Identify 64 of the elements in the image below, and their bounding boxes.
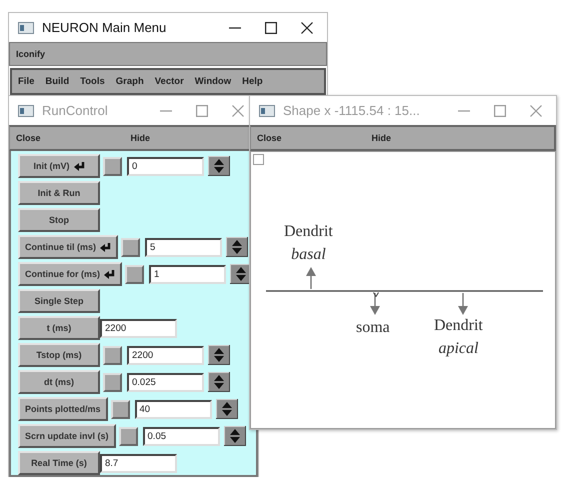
run-control-button[interactable]: Tstop (ms)	[18, 343, 100, 367]
annotation-label: Dendrit	[284, 222, 333, 242]
menu-item[interactable]: Help	[242, 76, 263, 87]
checkbox[interactable]	[103, 346, 122, 364]
toolbar-button[interactable]: Iconify	[16, 49, 46, 59]
maximize-icon[interactable]	[265, 22, 277, 34]
menu-item[interactable]: Tools	[80, 76, 105, 87]
run-control-button[interactable]: t (ms)	[18, 316, 100, 340]
window-title: NEURON Main Menu	[42, 20, 168, 35]
value-field[interactable]: 0	[127, 156, 204, 176]
soma-marker	[373, 292, 379, 297]
app-icon	[259, 104, 275, 116]
menu-item[interactable]: File	[18, 76, 34, 87]
menu-item[interactable]: Build	[45, 76, 70, 87]
menu-item[interactable]: Graph	[116, 76, 144, 87]
run-control-button[interactable]: Stop	[18, 208, 100, 232]
run-control-button[interactable]: Single Step	[18, 289, 100, 313]
spinner-icon[interactable]	[224, 426, 246, 446]
annotation-label: apical	[438, 339, 478, 359]
toolbar-button[interactable]: Close	[16, 133, 41, 143]
value-field[interactable]: 2200	[127, 346, 204, 364]
spinner-icon[interactable]	[226, 237, 248, 257]
annotation-label: soma	[356, 318, 390, 338]
window-title: RunControl	[42, 103, 109, 118]
value-field[interactable]: 0.025	[127, 372, 204, 392]
value-field[interactable]: 5	[145, 238, 222, 256]
menu-item[interactable]: Vector	[154, 76, 184, 87]
toolbar-button[interactable]: Close	[257, 133, 282, 143]
menu-item[interactable]: Window	[194, 76, 232, 87]
run-control-button[interactable]: Continue for (ms)	[18, 262, 122, 286]
arrow	[370, 293, 380, 315]
toolbar-button[interactable]: Hide	[130, 133, 150, 143]
annotation-label: Dendrit	[434, 316, 483, 336]
run-control-button[interactable]: Points plotted/ms	[18, 397, 108, 421]
run-control-button[interactable]: Init & Run	[18, 181, 100, 205]
run-control-button[interactable]: Init (mV)	[18, 154, 100, 178]
run-control-button[interactable]: dt (ms)	[18, 370, 100, 394]
spinner-icon[interactable]	[216, 399, 238, 419]
checkbox[interactable]	[118, 426, 138, 446]
arrow	[306, 267, 316, 289]
checkbox[interactable]	[121, 238, 140, 256]
run-control-button[interactable]: Continue til (ms)	[18, 235, 118, 259]
value-field[interactable]: 40	[134, 400, 212, 418]
app-icon	[18, 104, 34, 116]
close-icon[interactable]	[301, 22, 313, 34]
checkbox[interactable]	[103, 156, 122, 176]
value-field: 2200	[100, 318, 177, 338]
spinner-icon[interactable]	[208, 345, 230, 365]
corner-box[interactable]	[253, 154, 264, 165]
value-field: 8.7	[100, 454, 177, 472]
arrow	[458, 293, 468, 315]
app-icon	[18, 22, 34, 34]
run-control-button[interactable]: Scrn update invl (s)	[18, 424, 116, 448]
spinner-icon[interactable]	[208, 156, 230, 176]
value-field[interactable]: 0.05	[142, 426, 220, 446]
run-control-button[interactable]: Real Time (s)	[18, 451, 100, 475]
checkbox[interactable]	[125, 264, 144, 284]
window-title: Shape x -1115.54 : 15...	[283, 103, 421, 118]
spinner-icon[interactable]	[208, 372, 230, 392]
checkbox[interactable]	[103, 372, 122, 392]
toolbar-button[interactable]: Hide	[372, 133, 392, 143]
annotation-label: basal	[291, 245, 326, 265]
value-field[interactable]: 1	[149, 264, 226, 284]
checkbox[interactable]	[110, 400, 130, 418]
